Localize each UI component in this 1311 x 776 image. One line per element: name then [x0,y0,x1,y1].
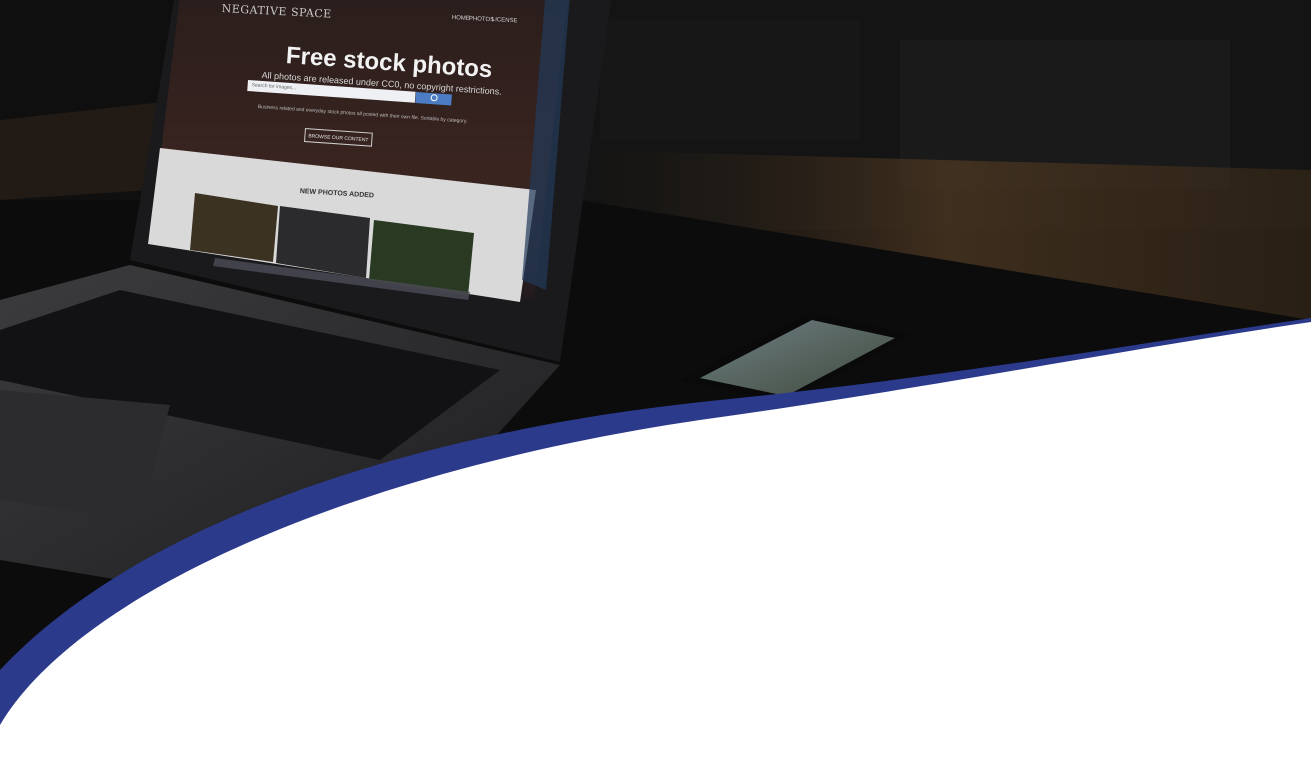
background-shelf-2 [600,20,860,140]
hero-background-scene [0,0,1311,776]
trackpad [0,390,170,520]
